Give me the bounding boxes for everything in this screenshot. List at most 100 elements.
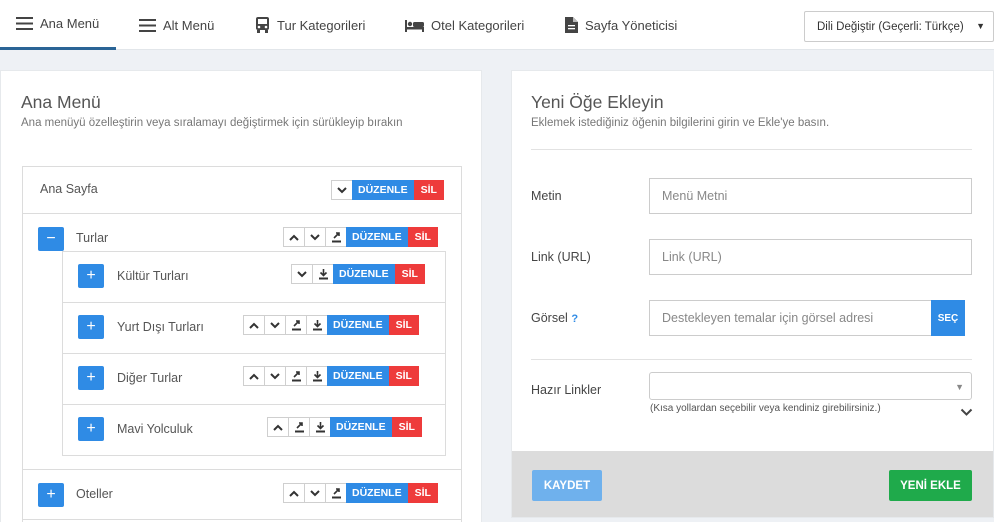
move-out-button[interactable] [325,483,347,503]
quick-links-hint: (Kısa yollardan seçebilir veya kendiniz … [650,403,881,414]
expand-button[interactable]: + [78,315,104,339]
move-up-button[interactable] [243,315,265,335]
divider [22,213,462,214]
add-new-button[interactable]: YENİ EKLE [889,470,972,501]
select-image-button[interactable]: SEÇ [931,300,965,336]
collapse-button[interactable]: − [38,227,64,251]
menu-icon [16,17,33,30]
edit-button[interactable]: DÜZENLE [333,264,395,284]
menu-item-label[interactable]: Turlar [76,231,108,245]
move-down-button[interactable] [304,483,326,503]
move-down-button[interactable] [304,227,326,247]
bed-icon [405,19,424,32]
divider [62,302,446,303]
divider [531,149,972,150]
expand-button[interactable]: + [78,417,104,441]
menu-item-label[interactable]: Oteller [76,487,113,501]
move-in-button[interactable] [306,315,328,335]
edit-button[interactable]: DÜZENLE [327,366,389,386]
move-down-button[interactable] [291,264,313,284]
submenu-item-label[interactable]: Kültür Turları [117,269,189,283]
move-in-button[interactable] [309,417,331,437]
divider [531,359,972,360]
move-up-button[interactable] [283,227,305,247]
edit-button[interactable]: DÜZENLE [352,180,414,200]
move-out-button[interactable] [285,315,307,335]
text-field-label: Metin [531,189,562,203]
delete-button[interactable]: SİL [394,264,425,284]
tab-alt-menu[interactable]: Alt Menü [139,0,214,50]
tab-label: Ana Menü [40,16,100,31]
divider [62,353,446,354]
bus-icon [255,17,270,33]
menu-item-label[interactable]: Ana Sayfa [40,182,98,196]
expand-button[interactable]: + [78,264,104,288]
move-in-button[interactable] [312,264,334,284]
image-field-label: Görsel ? [531,311,578,325]
menu-icon [139,18,156,32]
item-actions: DÜZENLE SİL [267,417,422,437]
divider [22,469,462,470]
divider [22,519,462,520]
submenu-item-label[interactable]: Yurt Dışı Turları [117,320,204,334]
document-icon [565,17,578,33]
delete-button[interactable]: SİL [388,315,419,335]
item-actions: DÜZENLE SİL [243,315,419,335]
submenu-item-label[interactable]: Diğer Turlar [117,371,182,385]
move-up-button[interactable] [283,483,305,503]
quick-links-select[interactable]: ▼ [649,372,972,400]
tab-ana-menu[interactable]: Ana Menü [0,0,116,50]
language-select[interactable]: Dili Değiştir (Geçerli: Türkçe) ▼ [804,11,994,42]
tab-otel-kategorileri[interactable]: Otel Kategorileri [405,0,524,50]
quick-links-label: Hazır Linkler [531,383,602,397]
top-navigation: Ana Menü Alt Menü Tur Kategorileri Otel … [0,0,994,50]
tab-label: Tur Kategorileri [277,17,366,33]
panel-title: Yeni Öğe Ekleyin [531,92,664,112]
expand-button[interactable]: + [78,366,104,390]
tab-label: Sayfa Yöneticisi [585,17,678,33]
edit-button[interactable]: DÜZENLE [346,483,408,503]
item-actions: DÜZENLE SİL [283,483,438,503]
expand-button[interactable]: + [38,483,64,507]
edit-button[interactable]: DÜZENLE [330,417,392,437]
tab-tur-kategorileri[interactable]: Tur Kategorileri [255,0,365,50]
menu-text-input[interactable]: Menü Metni [649,178,972,214]
move-up-button[interactable] [267,417,289,437]
move-out-button[interactable] [325,227,347,247]
tab-sayfa-yoneticisi[interactable]: Sayfa Yöneticisi [565,0,677,50]
delete-button[interactable]: SİL [407,227,438,247]
tab-label: Otel Kategorileri [431,17,525,33]
move-down-button[interactable] [331,180,353,200]
move-out-button[interactable] [288,417,310,437]
item-actions: DÜZENLE SİL [331,180,444,200]
help-icon[interactable]: ? [571,313,578,325]
caret-down-icon: ▼ [976,21,985,31]
delete-button[interactable]: SİL [388,366,419,386]
submenu-item-label[interactable]: Mavi Yolculuk [117,422,193,436]
panel-subtitle: Eklemek istediğiniz öğenin bilgilerini g… [531,117,830,129]
panel-title: Ana Menü [21,92,101,112]
link-field-label: Link (URL) [531,250,591,264]
move-up-button[interactable] [243,366,265,386]
move-in-button[interactable] [306,366,328,386]
edit-button[interactable]: DÜZENLE [346,227,408,247]
edit-button[interactable]: DÜZENLE [327,315,389,335]
move-down-button[interactable] [264,366,286,386]
divider [62,404,446,405]
language-select-value: Dili Değiştir (Geçerli: Türkçe) [817,20,964,33]
move-down-button[interactable] [264,315,286,335]
delete-button[interactable]: SİL [391,417,422,437]
chevron-down-icon[interactable] [960,406,973,420]
item-actions: DÜZENLE SİL [283,227,438,247]
image-field-label-text: Görsel [531,311,568,325]
move-out-button[interactable] [285,366,307,386]
save-button[interactable]: KAYDET [532,470,602,501]
link-url-input[interactable]: Link (URL) [649,239,972,275]
item-actions: DÜZENLE SİL [291,264,425,284]
item-actions: DÜZENLE SİL [243,366,419,386]
panel-subtitle: Ana menüyü özelleştirin veya sıralamayı … [21,117,403,129]
delete-button[interactable]: SİL [407,483,438,503]
image-url-input[interactable]: Destekleyen temalar için görsel adresi [649,300,932,336]
caret-down-icon: ▼ [955,382,964,392]
delete-button[interactable]: SİL [413,180,444,200]
